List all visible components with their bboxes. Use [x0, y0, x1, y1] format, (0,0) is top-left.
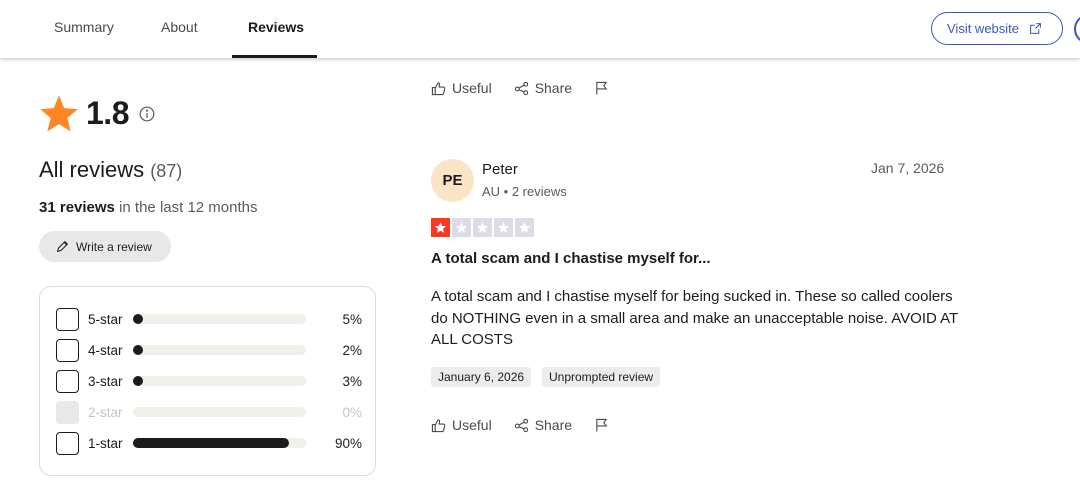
filter-checkbox-3[interactable]: [56, 369, 79, 393]
rating-star: [452, 218, 471, 237]
distribution-bar-fill: [133, 438, 289, 448]
distribution-percent: 3%: [342, 373, 362, 389]
star-icon: [518, 222, 531, 233]
review-star-rating: [431, 218, 534, 237]
previous-review-actions: Useful Share: [431, 80, 631, 96]
share-icon: [514, 81, 528, 95]
distribution-row-5[interactable]: 5-star 5%: [56, 307, 362, 331]
star-icon: [40, 95, 78, 132]
star-label: 4-star: [88, 342, 123, 358]
tab-about[interactable]: About: [161, 19, 198, 35]
review-date: Jan 7, 2026: [871, 160, 945, 176]
filter-checkbox-1[interactable]: [56, 431, 79, 455]
rating-star: [431, 218, 450, 237]
recent-reviews-suffix: in the last 12 months: [119, 199, 258, 216]
reviewer-meta: AU • 2 reviews: [482, 184, 567, 199]
useful-button[interactable]: Useful: [431, 417, 492, 433]
write-review-button[interactable]: Write a review: [39, 231, 171, 262]
share-button[interactable]: Share: [514, 80, 572, 96]
tab-summary[interactable]: Summary: [54, 19, 114, 35]
report-button[interactable]: [594, 417, 609, 433]
info-icon[interactable]: [139, 106, 155, 122]
star-label: 1-star: [88, 435, 123, 451]
distribution-percent: 90%: [334, 435, 362, 451]
distribution-row-2: 2-star 0%: [56, 400, 362, 424]
star-icon: [455, 222, 468, 233]
rating-star: [494, 218, 513, 237]
profile-button[interactable]: [1074, 14, 1080, 44]
report-button[interactable]: [594, 80, 609, 96]
distribution-bar-track: [133, 407, 306, 417]
recent-reviews-count: 31 reviews: [39, 199, 115, 216]
distribution-bar-track: [133, 376, 306, 386]
overall-rating: 1.8: [39, 93, 155, 133]
distribution-row-3[interactable]: 3-star 3%: [56, 369, 362, 393]
write-review-label: Write a review: [76, 239, 152, 254]
distribution-percent: 0%: [342, 404, 362, 420]
reviewer-name[interactable]: Peter: [482, 161, 518, 178]
thumbs-up-icon: [431, 418, 446, 432]
visit-website-label: Visit website: [947, 21, 1020, 36]
top-nav: Summary About Reviews Visit website: [0, 0, 1080, 58]
unprompted-review-tag[interactable]: Unprompted review: [542, 367, 661, 387]
thumbs-up-icon: [431, 81, 446, 95]
all-reviews-count: (87): [150, 161, 183, 181]
flag-icon: [596, 418, 608, 432]
all-reviews-heading: All reviews (87): [39, 157, 182, 183]
all-reviews-title: All reviews: [39, 157, 145, 182]
star-icon: [434, 222, 447, 233]
filter-checkbox-2: [56, 400, 79, 424]
filter-checkbox-5[interactable]: [56, 307, 79, 331]
star-icon: [497, 222, 510, 233]
distribution-bar-fill: [133, 345, 143, 355]
share-button[interactable]: Share: [514, 417, 572, 433]
review-title[interactable]: A total scam and I chastise myself for..…: [431, 250, 711, 267]
distribution-bar-track: [133, 438, 306, 448]
filter-checkbox-4[interactable]: [56, 338, 79, 362]
star-icon: [476, 222, 489, 233]
flag-icon: [596, 81, 608, 95]
distribution-row-4[interactable]: 4-star 2%: [56, 338, 362, 362]
share-label: Share: [534, 80, 573, 96]
recent-reviews-summary: 31 reviews in the last 12 months: [39, 199, 258, 216]
rating-star: [515, 218, 534, 237]
distribution-bar-track: [133, 314, 306, 324]
avatar[interactable]: PE: [431, 159, 474, 202]
external-link-icon: [1030, 23, 1041, 34]
rating-star: [473, 218, 492, 237]
distribution-percent: 2%: [342, 342, 362, 358]
rating-distribution: 5-star 5% 4-star 2% 3-star 3% 2-star 0% …: [39, 286, 376, 476]
distribution-bar-fill: [133, 376, 143, 386]
visit-website-button[interactable]: Visit website: [931, 12, 1063, 45]
active-tab-indicator: [232, 55, 317, 58]
tab-reviews[interactable]: Reviews: [248, 19, 304, 35]
share-icon: [514, 418, 528, 432]
pencil-icon: [56, 240, 69, 253]
distribution-bar-fill: [133, 314, 143, 324]
distribution-row-1[interactable]: 1-star 90%: [56, 431, 362, 455]
useful-label: Useful: [452, 417, 492, 433]
star-label: 3-star: [88, 373, 123, 389]
review-body: A total scam and I chastise myself for b…: [431, 288, 958, 348]
star-label: 5-star: [88, 311, 123, 327]
review-date-tag: January 6, 2026: [431, 367, 532, 387]
review-actions: Useful Share: [431, 417, 631, 433]
distribution-bar-track: [133, 345, 306, 355]
distribution-percent: 5%: [342, 311, 362, 327]
useful-button[interactable]: Useful: [431, 80, 492, 96]
share-label: Share: [534, 417, 573, 433]
useful-label: Useful: [452, 80, 492, 96]
star-label: 2-star: [88, 404, 123, 420]
rating-value: 1.8: [86, 94, 129, 131]
